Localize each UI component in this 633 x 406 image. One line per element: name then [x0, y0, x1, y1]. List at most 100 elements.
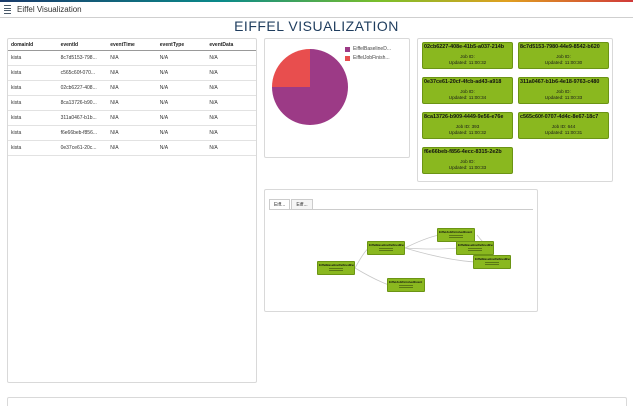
graph-node-detail — [468, 250, 482, 251]
card-body: Job ID: Updated: 11:00:34 — [423, 89, 512, 101]
graph-node-detail — [399, 287, 413, 288]
table-cell-eventtime: N/A — [107, 80, 157, 96]
card-updated-line: Updated: 11:00:33 — [519, 95, 608, 101]
card-updated-line: Updated: 11:00:32 — [423, 130, 512, 136]
card-body: Job ID: 393 Updated: 11:00:32 — [423, 124, 512, 136]
event-graph-panel: Eiff... Eiff... EiffelBaselineDefinedEve… — [264, 189, 538, 312]
table-cell-eventdata: N/A — [206, 95, 256, 111]
card-body: Job ID: 644 Updated: 11:00:31 — [519, 124, 608, 136]
table-cell-eventid: 311a0467-b1b... — [57, 110, 108, 126]
card-body: Job ID: Updated: 11:00:30 — [519, 54, 608, 66]
table-cell-eventdata: N/A — [206, 65, 256, 81]
card-event-id: 311a0467-b1b6-4e18-9763-c480 — [520, 79, 600, 85]
graph-node[interactable]: EiffelBaselineDefinedEvent — [317, 261, 355, 275]
graph-node-title: EiffelBaselineDefinedEvent — [458, 243, 494, 247]
table-row[interactable]: kista 311a0467-b1b... N/A N/A N/A — [8, 110, 256, 126]
table-cell-domainid: kista — [8, 125, 58, 141]
graph-node-detail — [485, 264, 499, 265]
card-job-label: Job ID: — [551, 124, 567, 129]
event-card[interactable]: c565c60f-0707-4d4c-8e67-18c7 Job ID: 644 U… — [518, 112, 609, 139]
event-card[interactable]: 02cb6227-408e-41b5-a037-214b Job ID: Upda… — [422, 42, 513, 69]
card-updated-value: 11:00:32 — [468, 130, 487, 135]
card-job-value: 644 — [567, 124, 576, 129]
graph-node[interactable]: EiffelBaselineDefinedEvent — [456, 241, 494, 255]
app-header: Eiffel Visualization — [0, 2, 633, 18]
card-job-label: Job ID: — [556, 54, 571, 59]
graph-node-title: EiffelJobFinishedEvent — [389, 280, 423, 284]
event-table-panel: domainId eventId eventTime eventType eve… — [7, 38, 257, 383]
legend-item-jobfinished[interactable]: EiffelJobFinish... — [345, 55, 391, 61]
card-event-id: c565c60f-0707-4d4c-8e67-18c7 — [520, 114, 599, 120]
graph-node-title: EiffelBaselineDefinedEvent — [475, 257, 511, 261]
graph-node-detail — [449, 235, 463, 236]
card-event-id: 02cb6227-408e-41b5-a037-214b — [424, 44, 505, 50]
event-card[interactable]: 0e37ce61-20cf-4fcb-ad43-a918 Job ID: Upda… — [422, 77, 513, 104]
card-event-id: 0e37ce61-20cf-4fcb-ad43-a918 — [424, 79, 502, 85]
pie-slice-jobfinished[interactable] — [272, 49, 310, 87]
table-cell-eventdata: N/A — [206, 110, 256, 126]
column-header-eventtime[interactable]: eventTime — [107, 39, 157, 51]
event-card[interactable]: 8c7d5153-7980-44e9-8542-b620 Job ID: Upda… — [518, 42, 609, 69]
table-cell-eventtime: N/A — [107, 65, 157, 81]
event-card[interactable]: f6e66beb-f856-4ecc-8315-2e2b Job ID: Upda… — [422, 147, 513, 174]
card-updated-value: 11:00:34 — [468, 95, 487, 100]
card-updated-value: 11:00:31 — [564, 130, 583, 135]
page-title: EIFFEL VISUALIZATION — [234, 18, 399, 34]
column-header-eventid[interactable]: eventId — [57, 39, 108, 51]
graph-node-detail — [329, 270, 343, 271]
column-header-eventtype[interactable]: eventType — [156, 39, 207, 51]
table-cell-eventtype: N/A — [156, 110, 207, 126]
pie-legend: EiffelBaselineD... EiffelJobFinish... — [345, 46, 391, 64]
legend-label: EiffelBaselineD... — [353, 46, 391, 52]
table-row[interactable]: kista 0e37ce61-20c... N/A N/A N/A — [8, 140, 256, 156]
legend-item-baseline[interactable]: EiffelBaselineD... — [345, 46, 391, 52]
card-updated-line: Updated: 11:00:33 — [423, 165, 512, 171]
graph-node-detail — [449, 237, 463, 238]
card-updated-label: Updated: — [448, 165, 468, 170]
event-cards-panel: 02cb6227-408e-41b5-a037-214b Job ID: Upda… — [417, 38, 613, 182]
table-row[interactable]: kista f6e66beb-f856... N/A N/A N/A — [8, 125, 256, 141]
graph-node[interactable]: EiffelBaselineDefinedEvent — [473, 255, 511, 269]
table-cell-domainid: kista — [8, 95, 58, 111]
table-cell-domainid: kista — [8, 110, 58, 126]
table-row[interactable]: kista 02cb6227-408... N/A N/A N/A — [8, 80, 256, 96]
card-job-label: Job ID: — [455, 124, 471, 129]
graph-node-detail — [379, 248, 393, 249]
menu-lines-icon[interactable] — [4, 5, 11, 14]
table-cell-eventid: 8c7d5153-798... — [57, 50, 108, 66]
table-row[interactable]: kista 8c7d5153-798... N/A N/A N/A — [8, 50, 256, 66]
column-header-domainid[interactable]: domainId — [8, 39, 58, 51]
table-header-row: domainId eventId eventTime eventType eve… — [8, 39, 256, 51]
card-job-label: Job ID: — [556, 89, 571, 94]
graph-node-detail — [399, 285, 413, 286]
table-cell-eventid: 02cb6227-408... — [57, 80, 108, 96]
card-job-value: 393 — [471, 124, 480, 129]
card-job-label: Job ID: — [460, 159, 475, 164]
column-header-eventdata[interactable]: eventData — [206, 39, 256, 51]
table-cell-eventid: 0e37ce61-20c... — [57, 140, 108, 156]
graph-node-title: EiffelJobFinishedEvent — [439, 230, 473, 234]
table-row[interactable]: kista c565c60f-070... N/A N/A N/A — [8, 65, 256, 81]
graph-node[interactable]: EiffelJobFinishedEvent — [437, 228, 475, 242]
card-body: Job ID: Updated: 11:00:32 — [423, 54, 512, 66]
table-cell-eventtype: N/A — [156, 140, 207, 156]
graph-node-detail — [468, 248, 482, 249]
table-cell-eventtype: N/A — [156, 125, 207, 141]
graph-node-title: EiffelBaselineDefinedEvent — [369, 243, 405, 247]
graph-node-title: EiffelBaselineDefinedEvent — [319, 263, 355, 267]
graph-node[interactable]: EiffelBaselineDefinedEvent — [367, 241, 405, 255]
table-cell-eventdata: N/A — [206, 50, 256, 66]
table-cell-eventtype: N/A — [156, 65, 207, 81]
table-cell-eventdata: N/A — [206, 80, 256, 96]
graph-node[interactable]: EiffelJobFinishedEvent — [387, 278, 425, 292]
legend-swatch — [345, 46, 350, 52]
card-updated-value: 11:00:32 — [468, 60, 487, 65]
card-updated-value: 11:00:33 — [564, 95, 583, 100]
table-cell-eventtype: N/A — [156, 80, 207, 96]
event-card[interactable]: 311a0467-b1b6-4e18-9763-c480 Job ID: Upda… — [518, 77, 609, 104]
table-row[interactable]: kista 8ca13726-b90... N/A N/A N/A — [8, 95, 256, 111]
graph-edge — [354, 267, 390, 286]
card-updated-label: Updated: — [544, 95, 564, 100]
card-body: Job ID: Updated: 11:00:33 — [519, 89, 608, 101]
event-card[interactable]: 8ca13726-b909-4449-9e56-e76e Job ID: 393 U… — [422, 112, 513, 139]
